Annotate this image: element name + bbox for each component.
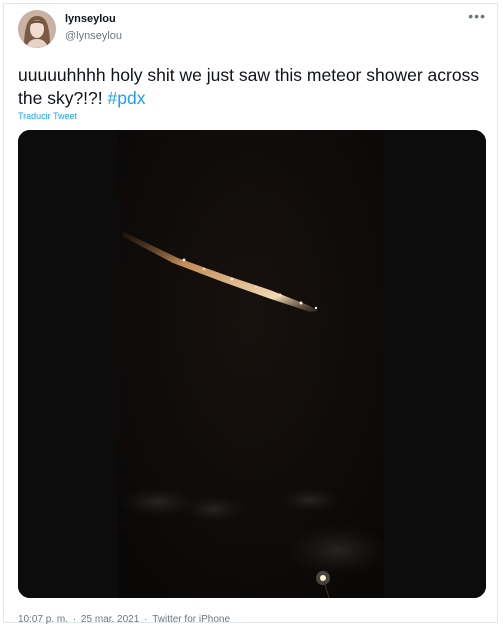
- user-handle[interactable]: @lynseylou: [65, 30, 122, 42]
- tweet-date[interactable]: 25 mar. 2021: [81, 614, 139, 625]
- tweet-body: uuuuuhhhh holy shit we just saw this met…: [18, 65, 480, 108]
- tweet-text: uuuuuhhhh holy shit we just saw this met…: [18, 64, 488, 110]
- display-name[interactable]: lynseylou: [65, 13, 116, 25]
- tweet-time[interactable]: 10:07 p. m.: [18, 614, 68, 625]
- tweet-meta: 10:07 p. m. · 25 mar. 2021 · Twitter for…: [18, 614, 232, 625]
- tweet-video[interactable]: [18, 130, 486, 598]
- translate-tweet-link[interactable]: Traducir Tweet: [18, 111, 77, 121]
- more-options-icon[interactable]: •••: [468, 8, 486, 24]
- hashtag-link[interactable]: #pdx: [108, 88, 146, 108]
- avatar[interactable]: [18, 10, 56, 48]
- tweet-source[interactable]: Twitter for iPhone: [152, 614, 230, 625]
- meta-separator: ·: [141, 614, 151, 625]
- profile-photo-icon: [18, 10, 56, 48]
- meta-separator: ·: [70, 614, 79, 625]
- tweet-card: lynseylou @lynseylou ••• uuuuuhhhh holy …: [3, 3, 498, 625]
- meteor-video-frame: [18, 130, 486, 598]
